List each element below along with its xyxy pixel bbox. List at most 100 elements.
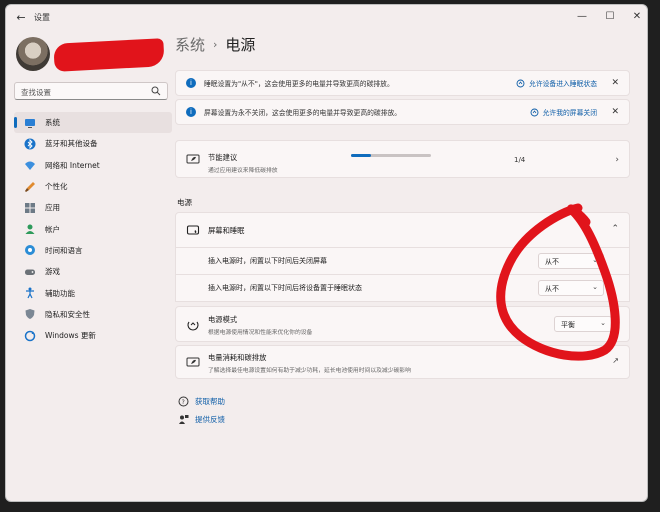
- redacted-username-scribble: [53, 38, 165, 72]
- bluetooth-icon: [24, 138, 36, 150]
- sidebar-item-label: 系统: [45, 118, 60, 128]
- close-icon[interactable]: ✕: [611, 107, 619, 117]
- screen-sleep-header[interactable]: 屏幕和睡眠 ⌃: [175, 212, 630, 248]
- leaf-icon: [516, 79, 525, 87]
- sidebar-item-time-language[interactable]: 时间和语言: [14, 240, 172, 261]
- sidebar-item-system[interactable]: 系统: [14, 112, 172, 134]
- screen-off-label: 插入电源时，闲置以下时间后关闭屏幕: [208, 257, 327, 265]
- power-section-label: 电源: [177, 198, 192, 207]
- chevron-up-icon: ⌃: [611, 224, 619, 234]
- leaf-icon: [530, 108, 539, 116]
- screen-notice: i 屏幕设置为永不关闭，这会使用更多的电量并导致更高的碳排放。 允许我的屏幕关闭…: [175, 99, 630, 125]
- back-arrow-icon[interactable]: ←: [14, 11, 28, 25]
- sidebar-item-label: 蓝牙和其他设备: [45, 139, 98, 149]
- close-icon[interactable]: ✕: [611, 78, 619, 88]
- power-mode-title: 电源模式: [208, 315, 238, 324]
- gamepad-icon: [25, 269, 35, 275]
- power-mode-value: 平衡: [561, 321, 575, 329]
- sidebar-item-label: 应用: [45, 203, 60, 213]
- power-mode-card: 电源模式 根据电源使用情况和性能来优化你的设备 平衡 ⌄: [175, 306, 630, 342]
- carbon-card[interactable]: 电量消耗和碳排放 了解选择最佳电源设置如何有助于减少功耗，延长电池使用时间以及减…: [175, 345, 630, 379]
- sidebar-item-label: 时间和语言: [45, 245, 83, 255]
- allow-screen-off-link-text: 允许我的屏幕关闭: [542, 109, 597, 117]
- avatar[interactable]: [16, 37, 50, 71]
- brush-icon: [25, 181, 35, 192]
- feedback-icon: [179, 415, 189, 424]
- energy-subtitle: 通过应用建议来降低碳排放: [208, 168, 278, 174]
- get-help-text: 获取帮助: [195, 397, 225, 406]
- leaf-monitor-icon: [186, 357, 200, 367]
- sleep-notice: i 睡眠设置为"从不"，这会使用更多的电量并导致更高的碳排放。 允许设备进入睡眠…: [175, 70, 630, 96]
- sidebar-item-label: Windows 更新: [45, 331, 96, 341]
- monitor-icon: [25, 118, 35, 128]
- sleep-row: 插入电源时，闲置以下时间后将设备置于睡眠状态 从不 ⌄: [175, 275, 630, 302]
- screen-off-value: 从不: [545, 258, 559, 266]
- power-mode-dropdown[interactable]: 平衡 ⌄: [554, 316, 612, 332]
- help-icon: ?: [178, 396, 189, 407]
- allow-sleep-link-text: 允许设备进入睡眠状态: [529, 80, 597, 88]
- globe-clock-icon: [25, 245, 35, 256]
- svg-text:?: ?: [182, 399, 185, 406]
- chevron-right-icon: ›: [615, 155, 619, 165]
- leaf-monitor-icon: [186, 154, 200, 164]
- sidebar-item-label: 隐私和安全性: [45, 309, 90, 319]
- maximize-icon[interactable]: ☐: [596, 8, 624, 26]
- sidebar-item-label: 辅助功能: [45, 288, 75, 298]
- allow-screen-off-link[interactable]: 允许我的屏幕关闭: [530, 107, 597, 117]
- shield-icon: [25, 309, 35, 320]
- screen-off-row: 插入电源时，闲置以下时间后关闭屏幕 从不 ⌄: [175, 248, 630, 275]
- sidebar-item-accessibility[interactable]: 辅助功能: [14, 282, 172, 303]
- breadcrumb: 系统 › 电源: [175, 34, 255, 55]
- energy-count: 1/4: [514, 156, 526, 164]
- sleep-dropdown[interactable]: 从不 ⌄: [538, 280, 604, 296]
- info-icon: i: [186, 107, 196, 117]
- wifi-icon: [25, 161, 35, 171]
- sleep-value: 从不: [545, 285, 559, 293]
- breadcrumb-parent[interactable]: 系统: [175, 34, 205, 55]
- energy-recommendations-card[interactable]: 节能建议 通过应用建议来降低碳排放 1/4 ›: [175, 140, 630, 178]
- energy-progress-fill: [351, 154, 371, 157]
- search-placeholder: 查找设置: [21, 88, 51, 97]
- carbon-subtitle: 了解选择最佳电源设置如何有助于减少功耗，延长电池使用时间以及减少碳影响: [208, 368, 411, 374]
- screen-off-dropdown[interactable]: 从不 ⌄: [538, 253, 604, 269]
- screen-sleep-title: 屏幕和睡眠: [208, 226, 245, 235]
- info-icon: i: [186, 78, 196, 88]
- apps-icon: [25, 202, 35, 213]
- carbon-title: 电量消耗和碳排放: [208, 353, 267, 362]
- chevron-down-icon: ⌄: [592, 283, 598, 291]
- sidebar-item-label: 网络和 Internet: [45, 160, 100, 170]
- power-mode-subtitle: 根据电源使用情况和性能来优化你的设备: [208, 330, 313, 336]
- sidebar-item-network[interactable]: 网络和 Internet: [14, 155, 172, 176]
- close-window-icon[interactable]: ✕: [623, 8, 647, 26]
- sidebar-item-windows-update[interactable]: Windows 更新: [14, 325, 172, 346]
- accessibility-icon: [26, 287, 34, 299]
- minimize-icon[interactable]: —: [568, 8, 596, 26]
- title-bar: ← 设置 — ☐ ✕: [6, 5, 647, 31]
- account-icon: [25, 224, 35, 235]
- allow-sleep-link[interactable]: 允许设备进入睡眠状态: [516, 78, 597, 88]
- sidebar-item-gaming[interactable]: 游戏: [14, 261, 172, 282]
- sidebar-item-label: 个性化: [45, 182, 68, 192]
- get-help-link[interactable]: ? 获取帮助: [178, 396, 225, 407]
- feedback-link[interactable]: 提供反馈: [178, 414, 225, 425]
- search-icon: [151, 86, 161, 96]
- app-title: 设置: [34, 13, 50, 22]
- sidebar-item-apps[interactable]: 应用: [14, 197, 172, 218]
- external-link-icon: ↗: [612, 356, 619, 365]
- sidebar-nav: 系统 蓝牙和其他设备 网络和 Internet 个性化 应用 帐户 时间和语言: [14, 112, 172, 346]
- sidebar-item-accounts[interactable]: 帐户: [14, 218, 172, 239]
- sidebar-item-label: 游戏: [45, 267, 60, 277]
- chevron-down-icon: ⌄: [592, 256, 598, 264]
- sidebar-item-bluetooth[interactable]: 蓝牙和其他设备: [14, 133, 172, 154]
- notice-text: 屏幕设置为永不关闭，这会使用更多的电量并导致更高的碳排放。: [204, 109, 402, 117]
- sidebar-item-privacy[interactable]: 隐私和安全性: [14, 304, 172, 325]
- sidebar-item-personalization[interactable]: 个性化: [14, 176, 172, 197]
- page-title: 电源: [225, 36, 256, 54]
- sidebar-item-label: 帐户: [45, 224, 60, 234]
- sleep-label: 插入电源时，闲置以下时间后将设备置于睡眠状态: [208, 284, 362, 292]
- settings-search-input[interactable]: 查找设置: [14, 82, 168, 100]
- chevron-right-icon: ›: [213, 38, 218, 51]
- screen-sleep-icon: [186, 225, 200, 235]
- feedback-text: 提供反馈: [195, 415, 225, 424]
- notice-text: 睡眠设置为"从不"，这会使用更多的电量并导致更高的碳排放。: [204, 80, 394, 88]
